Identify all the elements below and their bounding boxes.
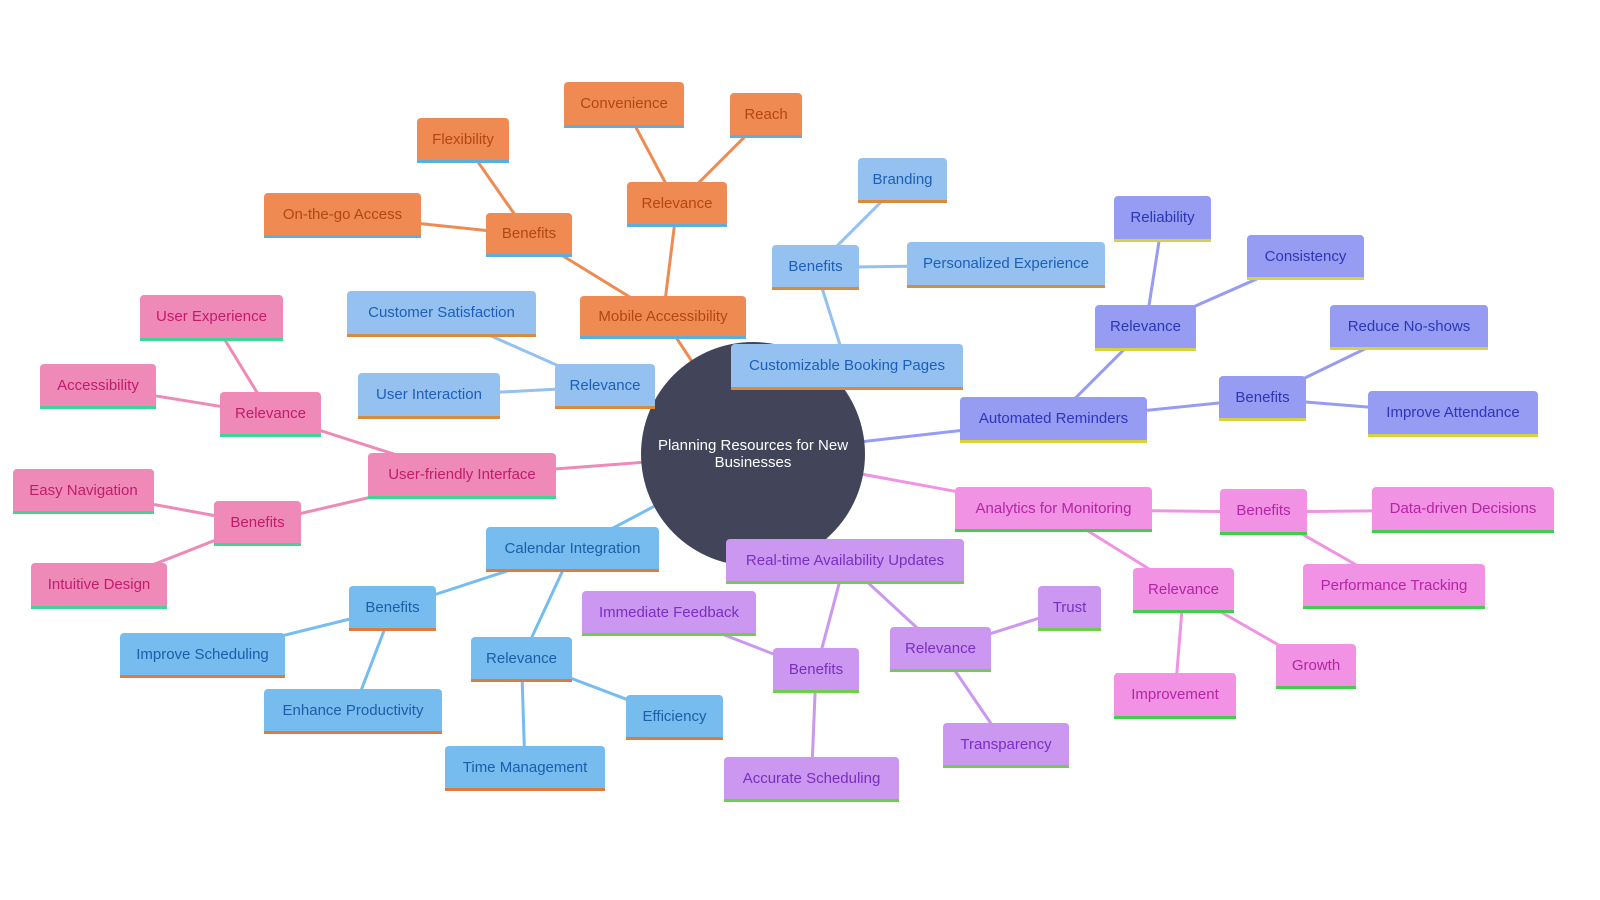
- node-reminders-benefits[interactable]: Benefits: [1219, 376, 1306, 421]
- node-booking-branding[interactable]: Branding: [858, 158, 947, 203]
- node-label: Relevance: [641, 194, 713, 212]
- node-label: Easy Navigation: [29, 481, 138, 499]
- node-label: Benefits: [365, 598, 420, 616]
- node-analytics-improvement[interactable]: Improvement: [1114, 673, 1236, 719]
- node-label: Relevance: [1110, 318, 1181, 335]
- node-analytics-decisions[interactable]: Data-driven Decisions: [1372, 487, 1554, 533]
- node-label: Customer Satisfaction: [368, 304, 515, 321]
- node-label: Improve Attendance: [1386, 404, 1520, 421]
- node-label: Efficiency: [642, 707, 707, 725]
- node-booking-benefits[interactable]: Benefits: [772, 245, 859, 290]
- node-calendar-relevance[interactable]: Relevance: [471, 637, 572, 682]
- node-realtime-feedback[interactable]: Immediate Feedback: [582, 591, 756, 636]
- node-calendar-integration[interactable]: Calendar Integration: [486, 527, 659, 572]
- node-label: Consistency: [1264, 247, 1347, 265]
- node-label: Time Management: [462, 758, 588, 776]
- node-booking-satisfaction[interactable]: Customer Satisfaction: [347, 291, 536, 337]
- node-label: Branding: [872, 170, 933, 188]
- node-calendar-productivity[interactable]: Enhance Productivity: [264, 689, 442, 734]
- node-mobile-flexibility[interactable]: Flexibility: [417, 118, 509, 163]
- node-label: Automated Reminders: [978, 410, 1129, 427]
- node-label: Analytics for Monitoring: [975, 499, 1132, 517]
- node-reminders-noshows[interactable]: Reduce No-shows: [1330, 305, 1488, 350]
- node-analytics-benefits[interactable]: Benefits: [1220, 489, 1307, 535]
- node-label: Benefits: [501, 225, 557, 242]
- node-analytics-relevance[interactable]: Relevance: [1133, 568, 1234, 613]
- node-user-friendly-interface[interactable]: User-friendly Interface: [368, 453, 556, 499]
- node-label: Data-driven Decisions: [1389, 500, 1537, 517]
- node-ui-experience[interactable]: User Experience: [140, 295, 283, 341]
- node-analytics-monitoring[interactable]: Analytics for Monitoring: [955, 487, 1152, 532]
- node-realtime-accurate[interactable]: Accurate Scheduling: [724, 757, 899, 802]
- node-calendar-efficiency[interactable]: Efficiency: [626, 695, 723, 740]
- node-label: Relevance: [1148, 580, 1219, 598]
- node-label: Accessibility: [57, 376, 139, 394]
- node-ui-accessibility[interactable]: Accessibility: [40, 364, 156, 409]
- node-label: Mobile Accessibility: [598, 307, 728, 325]
- node-label: Benefits: [788, 660, 844, 678]
- node-label: Reliability: [1130, 209, 1195, 226]
- node-realtime-benefits[interactable]: Benefits: [773, 648, 859, 693]
- node-label: Transparency: [960, 735, 1052, 753]
- node-label: Convenience: [580, 95, 668, 112]
- node-label: Calendar Integration: [504, 539, 641, 557]
- node-ui-intuitive[interactable]: Intuitive Design: [31, 563, 167, 609]
- node-label: Performance Tracking: [1320, 576, 1468, 594]
- node-reminders-attendance[interactable]: Improve Attendance: [1368, 391, 1538, 437]
- node-ui-benefits[interactable]: Benefits: [214, 501, 301, 546]
- node-label: User-friendly Interface: [388, 466, 536, 483]
- node-label: Improvement: [1131, 686, 1219, 703]
- node-label: Benefits: [1236, 502, 1291, 519]
- node-booking-interaction[interactable]: User Interaction: [358, 373, 500, 419]
- node-label: Relevance: [486, 649, 557, 667]
- node-calendar-benefits[interactable]: Benefits: [349, 586, 436, 631]
- node-label: Customizable Booking Pages: [749, 357, 945, 374]
- node-label: Real-time Availability Updates: [745, 551, 945, 569]
- node-label: Benefits: [788, 257, 843, 275]
- node-label: Improve Scheduling: [136, 645, 269, 663]
- node-mobile-accessibility[interactable]: Mobile Accessibility: [580, 296, 746, 339]
- node-analytics-tracking[interactable]: Performance Tracking: [1303, 564, 1485, 609]
- node-label: Personalized Experience: [923, 255, 1089, 272]
- node-booking-pages[interactable]: Customizable Booking Pages: [731, 344, 963, 390]
- node-label: Flexibility: [432, 130, 494, 148]
- node-realtime-transparency[interactable]: Transparency: [943, 723, 1069, 768]
- node-label: Growth: [1291, 656, 1341, 674]
- node-label: User Interaction: [376, 386, 482, 403]
- node-automated-reminders[interactable]: Automated Reminders: [960, 397, 1147, 443]
- node-reminders-reliability[interactable]: Reliability: [1114, 196, 1211, 242]
- node-label: Relevance: [905, 639, 976, 657]
- node-label: Immediate Feedback: [598, 603, 740, 621]
- node-realtime-trust[interactable]: Trust: [1038, 586, 1101, 631]
- node-realtime-updates[interactable]: Real-time Availability Updates: [726, 539, 964, 584]
- node-label: Reach: [744, 105, 788, 123]
- node-mobile-convenience[interactable]: Convenience: [564, 82, 684, 128]
- node-label: Benefits: [1235, 388, 1290, 406]
- node-label: User Experience: [156, 308, 267, 325]
- node-calendar-scheduling[interactable]: Improve Scheduling: [120, 633, 285, 678]
- node-realtime-relevance[interactable]: Relevance: [890, 627, 991, 672]
- node-label: Accurate Scheduling: [742, 769, 881, 787]
- node-label: Reduce No-shows: [1347, 317, 1471, 335]
- node-ui-navigation[interactable]: Easy Navigation: [13, 469, 154, 514]
- node-ui-relevance[interactable]: Relevance: [220, 392, 321, 437]
- root-node-label: Planning Resources for New Businesses: [657, 437, 849, 471]
- node-label: Relevance: [235, 404, 306, 422]
- node-label: Intuitive Design: [47, 576, 151, 593]
- node-analytics-growth[interactable]: Growth: [1276, 644, 1356, 689]
- node-reminders-relevance[interactable]: Relevance: [1095, 305, 1196, 351]
- node-booking-personalized[interactable]: Personalized Experience: [907, 242, 1105, 288]
- node-label: Relevance: [569, 376, 641, 394]
- node-mobile-reach[interactable]: Reach: [730, 93, 802, 138]
- node-label: Benefits: [230, 513, 285, 531]
- node-label: Trust: [1052, 598, 1087, 616]
- node-mobile-relevance[interactable]: Relevance: [627, 182, 727, 227]
- node-reminders-consistency[interactable]: Consistency: [1247, 235, 1364, 280]
- node-label: On-the-go Access: [282, 205, 403, 223]
- node-label: Enhance Productivity: [282, 701, 424, 719]
- node-mobile-benefits[interactable]: Benefits: [486, 213, 572, 257]
- node-booking-relevance[interactable]: Relevance: [555, 364, 655, 409]
- node-mobile-onthego[interactable]: On-the-go Access: [264, 193, 421, 238]
- node-calendar-time[interactable]: Time Management: [445, 746, 605, 791]
